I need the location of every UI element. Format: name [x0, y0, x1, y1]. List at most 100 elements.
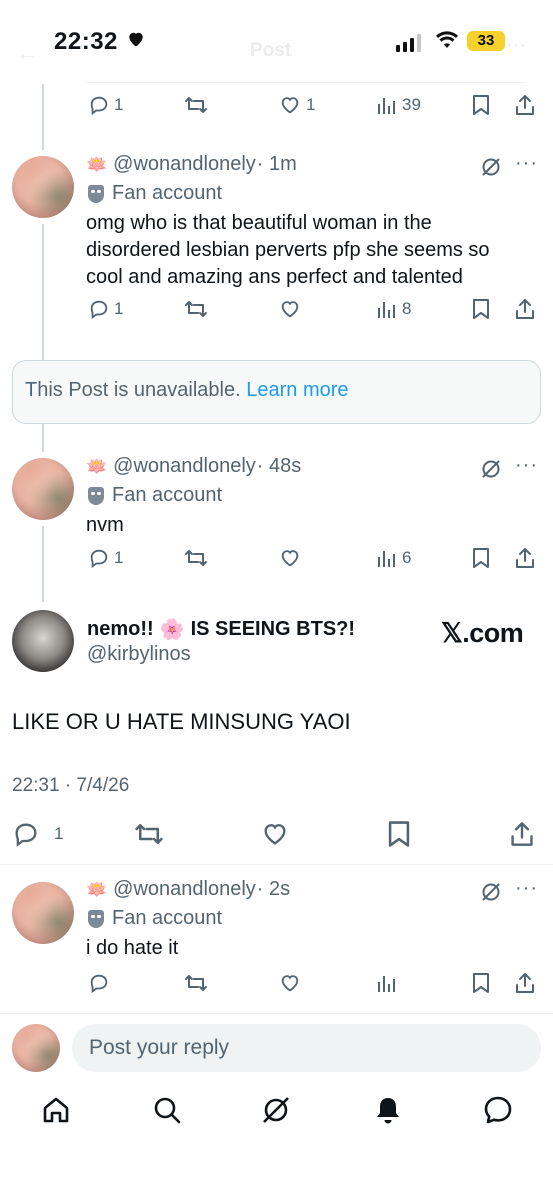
page-title: Post	[250, 40, 292, 61]
avatar[interactable]	[12, 458, 74, 520]
retweet-icon	[185, 550, 207, 566]
avatar[interactable]	[12, 156, 74, 218]
display-name-text: nemo!!	[87, 618, 154, 640]
share-button[interactable]	[514, 94, 536, 116]
retweet-button[interactable]	[134, 820, 164, 848]
messages-icon[interactable]	[482, 1094, 514, 1126]
more-icon[interactable]: ···	[515, 454, 538, 477]
reply-count: 1	[114, 95, 124, 114]
notifications-icon[interactable]	[372, 1094, 404, 1126]
reply-button[interactable]: 1	[12, 820, 63, 848]
display-name-text: IS SEEING BTS?!	[190, 618, 356, 640]
views-icon	[378, 551, 395, 567]
like-count: 1	[306, 95, 316, 114]
retweet-icon	[185, 97, 207, 113]
views-button[interactable]: 39	[376, 94, 421, 116]
reply-header: 🪷 @wonandlonely · 2s	[86, 878, 290, 901]
like-button[interactable]	[260, 820, 290, 848]
grok-icon[interactable]	[480, 156, 502, 178]
thread-line	[42, 526, 44, 602]
like-button[interactable]	[278, 972, 302, 994]
like-icon	[281, 97, 299, 114]
retweet-icon	[185, 301, 207, 317]
reply-count: 1	[114, 548, 124, 567]
user-handle[interactable]: @wonandlonely	[113, 878, 256, 901]
more-icon[interactable]: ···	[515, 877, 538, 900]
like-button[interactable]	[278, 547, 306, 569]
retweet-button[interactable]	[184, 547, 208, 569]
user-handle[interactable]: @wonandlonely	[113, 153, 256, 176]
reply-actions	[86, 972, 541, 1002]
retweet-button[interactable]	[184, 94, 208, 116]
main-post-text: LIKE OR U HATE MINSUNG YAOI	[12, 709, 351, 734]
mask-icon	[88, 486, 104, 505]
share-button[interactable]	[514, 298, 536, 320]
retweet-icon	[185, 975, 207, 991]
like-button[interactable]	[278, 298, 306, 320]
search-icon[interactable]	[151, 1094, 183, 1126]
share-button[interactable]	[514, 972, 536, 994]
reply-button[interactable]: 1	[88, 94, 123, 116]
grok-icon[interactable]	[480, 458, 502, 480]
thread-line	[42, 84, 44, 150]
reply-icon	[15, 823, 37, 847]
main-post-avatar[interactable]	[12, 610, 74, 672]
share-button[interactable]	[509, 820, 535, 848]
bookmark-icon	[473, 548, 489, 568]
main-post-handle[interactable]: @kirbylinos	[87, 643, 191, 666]
bookmark-button[interactable]	[386, 820, 412, 848]
more-options-icon[interactable]: ···	[506, 34, 526, 57]
fan-account-label: Fan account	[88, 182, 222, 205]
reply-button[interactable]: 1	[88, 547, 123, 569]
like-button[interactable]: 1	[278, 94, 315, 116]
bookmark-icon	[473, 299, 489, 319]
label-text: Fan account	[112, 182, 223, 204]
home-icon[interactable]	[40, 1094, 72, 1126]
reply-actions: 1 1 39	[86, 94, 541, 124]
reply-button[interactable]: 1	[88, 298, 123, 320]
mask-icon	[88, 184, 104, 203]
share-icon	[516, 973, 534, 993]
avatar[interactable]	[12, 882, 74, 944]
x-watermark: 𝕏.com	[441, 618, 524, 648]
like-icon	[264, 824, 286, 845]
main-post-display-name[interactable]: nemo!! 🌸 IS SEEING BTS?!	[87, 617, 355, 642]
reply-count: 1	[54, 824, 64, 843]
views-count: 8	[402, 299, 412, 318]
views-icon	[378, 98, 395, 114]
post-time: · 2s	[256, 878, 291, 900]
retweet-button[interactable]	[184, 972, 208, 994]
heart-status-icon	[129, 32, 143, 47]
share-button[interactable]	[514, 547, 536, 569]
views-button[interactable]: 8	[376, 298, 411, 320]
more-icon[interactable]: ···	[515, 152, 538, 175]
composer-avatar[interactable]	[12, 1024, 60, 1072]
flower-emoji: 🌸	[159, 619, 185, 641]
main-post-actions: 1	[12, 820, 542, 852]
main-post-timestamp: 22:31 · 7/4/26	[12, 775, 130, 796]
grok-icon[interactable]	[480, 881, 502, 903]
bookmark-button[interactable]	[471, 298, 491, 320]
views-button[interactable]: 6	[376, 547, 411, 569]
label-text: Fan account	[112, 907, 223, 929]
post-text: i do hate it	[86, 937, 179, 959]
lotus-emoji: 🪷	[86, 154, 108, 174]
user-handle[interactable]: @wonandlonely	[113, 455, 256, 478]
reply-button[interactable]	[88, 972, 110, 994]
reply-icon	[90, 549, 108, 569]
lotus-emoji: 🪷	[86, 879, 108, 899]
back-icon[interactable]: ←	[16, 40, 38, 66]
learn-more-link[interactable]: Learn more	[246, 379, 348, 401]
like-icon	[281, 975, 299, 992]
share-icon	[511, 822, 533, 846]
fan-account-label: Fan account	[88, 484, 222, 507]
bookmark-button[interactable]	[471, 547, 491, 569]
reply-input[interactable]: Post your reply	[72, 1024, 541, 1072]
bookmark-button[interactable]	[471, 94, 491, 116]
bookmark-button[interactable]	[471, 972, 491, 994]
grok-tab-icon[interactable]	[260, 1094, 292, 1126]
bookmark-icon	[473, 95, 489, 115]
retweet-button[interactable]	[184, 298, 208, 320]
share-icon	[516, 548, 534, 568]
views-button[interactable]	[376, 972, 398, 994]
